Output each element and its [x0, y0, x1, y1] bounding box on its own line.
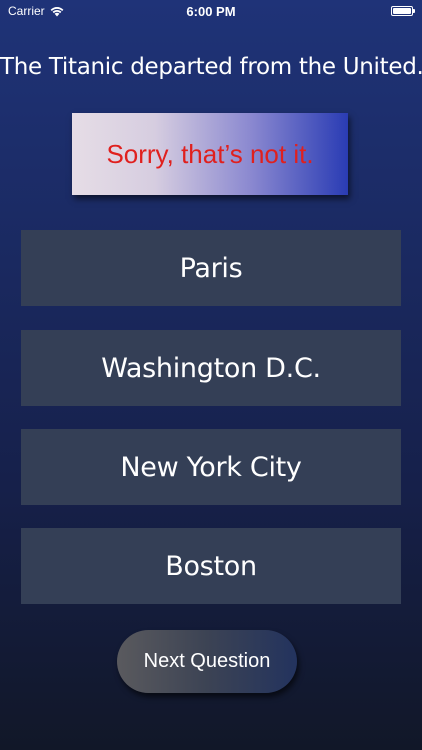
battery-icon [391, 6, 415, 16]
status-bar: Carrier 6:00 PM [0, 0, 422, 22]
feedback-banner: Sorry, that’s not it. [72, 113, 348, 195]
answer-button-washington-dc[interactable]: Washington D.C. [21, 330, 401, 406]
battery-tip [413, 9, 415, 13]
next-question-label: Next Question [143, 650, 271, 672]
answer-button-paris[interactable]: Paris [21, 230, 401, 306]
answer-label: Paris [179, 252, 243, 284]
battery-fill [393, 8, 411, 14]
next-question-button[interactable]: Next Question [117, 630, 297, 693]
feedback-text: Sorry, that’s not it. [106, 138, 314, 169]
answer-button-new-york-city[interactable]: New York City [21, 429, 401, 505]
answer-label: Boston [165, 550, 257, 582]
answer-button-boston[interactable]: Boston [21, 528, 401, 604]
answer-label: New York City [120, 451, 302, 483]
answer-label: Washington D.C. [101, 352, 321, 384]
question-text: The Titanic departed from the United... [0, 54, 422, 80]
status-time: 6:00 PM [186, 4, 236, 19]
